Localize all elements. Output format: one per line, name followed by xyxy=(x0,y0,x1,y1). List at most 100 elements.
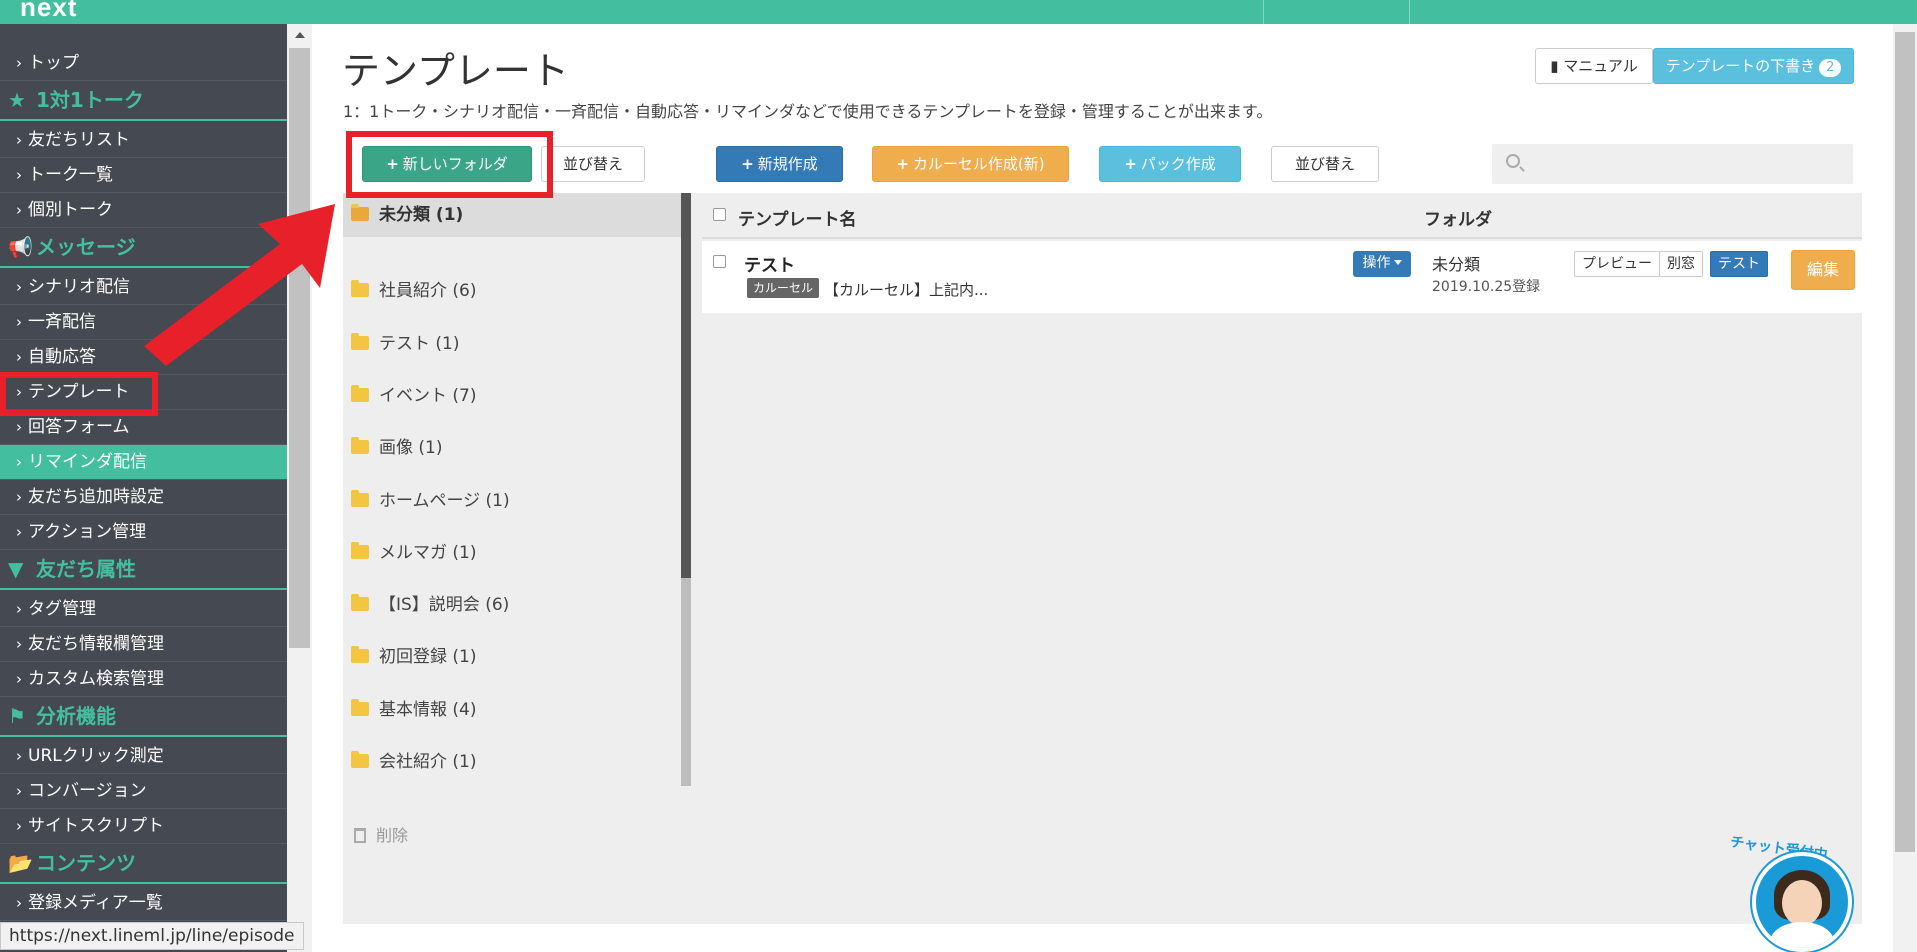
section-icon: ⚑ xyxy=(8,704,26,728)
section-icon: 📢 xyxy=(8,235,33,259)
sidebar-item[interactable]: › サイトスクリプト xyxy=(0,809,287,844)
draft-label: テンプレートの下書き xyxy=(1665,57,1816,75)
folder-item[interactable]: 【IS】説明会 (6) xyxy=(343,583,681,627)
chat-support-avatar[interactable] xyxy=(1752,852,1852,952)
chevron-right-icon: › xyxy=(16,54,22,72)
scrollbar-thumb[interactable] xyxy=(681,193,691,578)
folder-label: イベント (7) xyxy=(379,385,477,406)
test-send-button[interactable]: テスト xyxy=(1710,251,1768,277)
avatar-face xyxy=(1782,880,1822,926)
plus-icon: + xyxy=(741,155,754,173)
page-title: テンプレート xyxy=(342,49,569,93)
folder-item[interactable]: テスト (1) xyxy=(343,322,681,366)
folder-label: 基本情報 (4) xyxy=(379,699,477,720)
sidebar-item[interactable]: › コンバージョン xyxy=(0,774,287,809)
new-template-button[interactable]: + 新規作成 xyxy=(716,146,843,182)
sidebar-section-label: 1対1トーク xyxy=(36,88,144,112)
sidebar-item[interactable]: › 友だちリスト xyxy=(0,123,287,158)
template-sort-button[interactable]: 並び替え xyxy=(1271,146,1379,182)
topbar-divider xyxy=(1409,0,1410,24)
folder-item[interactable]: 基本情報 (4) xyxy=(343,688,681,732)
row-checkbox[interactable] xyxy=(713,255,726,268)
manual-button[interactable]: ▮ マニュアル xyxy=(1535,48,1653,84)
page-description: 1：1トーク・シナリオ配信・一斉配信・自動応答・リマインダなどで使用できるテンプ… xyxy=(343,102,1273,121)
chevron-right-icon: › xyxy=(16,523,22,541)
sidebar-item-label: 自動応答 xyxy=(28,347,96,367)
preview-button[interactable]: プレビュー xyxy=(1574,251,1660,277)
chevron-right-icon: › xyxy=(16,782,22,800)
page-scrollbar[interactable] xyxy=(1893,24,1917,952)
chevron-right-icon: › xyxy=(16,453,22,471)
sidebar-item-label: URLクリック測定 xyxy=(28,746,164,766)
row-folder-name: 未分類 xyxy=(1432,255,1481,274)
new-window-button[interactable]: 別窓 xyxy=(1659,251,1703,277)
app-logo[interactable]: next xyxy=(20,0,77,23)
scrollbar-thumb[interactable] xyxy=(1895,32,1915,852)
sidebar-section-heading: 📂 コンテンツ xyxy=(0,842,287,884)
chevron-right-icon: › xyxy=(16,166,22,184)
sidebar-item-label: トーク一覧 xyxy=(28,165,113,185)
search-input[interactable] xyxy=(1492,144,1853,184)
chevron-right-icon: › xyxy=(16,817,22,835)
sidebar-item[interactable]: › カスタム検索管理 xyxy=(0,662,287,697)
topbar-divider xyxy=(1263,0,1264,24)
scroll-up-arrow-icon[interactable] xyxy=(295,32,305,38)
folder-item[interactable]: 社員紹介 (6) xyxy=(343,269,681,313)
sidebar-item-label: トップ xyxy=(28,53,79,73)
delete-label: 削除 xyxy=(376,826,409,845)
operation-dropdown-button[interactable]: 操作 xyxy=(1353,251,1411,277)
sidebar-item[interactable]: › トップ xyxy=(0,46,287,81)
sidebar-scrollbar[interactable] xyxy=(287,24,312,952)
folder-icon xyxy=(351,437,369,455)
delete-folder-button[interactable]: 削除 xyxy=(354,822,408,846)
folder-item[interactable]: 初回登録 (1) xyxy=(343,635,681,679)
template-draft-button[interactable]: テンプレートの下書き 2 xyxy=(1653,48,1854,84)
status-bar-url: https://next.lineml.jp/line/episode xyxy=(0,922,304,950)
new-template-label: 新規作成 xyxy=(757,155,818,173)
template-name[interactable]: テスト xyxy=(744,251,795,276)
folder-item[interactable]: イベント (7) xyxy=(343,374,681,418)
new-window-label: 別窓 xyxy=(1667,256,1695,272)
template-preview-text: 【カルーセル】上記内... xyxy=(824,281,989,299)
avatar-body xyxy=(1770,922,1834,948)
row-registered-date: 2019.10.25登録 xyxy=(1432,279,1541,295)
sidebar-item-label: タグ管理 xyxy=(28,599,96,619)
sidebar-item[interactable]: › リマインダ配信 xyxy=(0,445,287,480)
select-all-checkbox[interactable] xyxy=(713,208,726,221)
sidebar-item[interactable]: › トーク一覧 xyxy=(0,158,287,193)
carousel-create-button[interactable]: + カルーセル作成(新) xyxy=(872,146,1069,182)
folder-item[interactable]: 未分類 (1) xyxy=(343,193,681,237)
folder-icon xyxy=(351,280,369,298)
sidebar-item[interactable]: › 友だち情報欄管理 xyxy=(0,627,287,662)
chevron-right-icon: › xyxy=(16,348,22,366)
sidebar-item-label: 回答フォーム xyxy=(28,417,130,437)
edit-button[interactable]: 編集 xyxy=(1791,250,1855,290)
sidebar: › トップ ★ 1対1トーク › 友だちリスト › トーク一覧 › 個別トーク 📢 メッセージ › シナリ… xyxy=(0,24,287,952)
sidebar-item[interactable]: › タグ管理 xyxy=(0,592,287,627)
folder-sort-button[interactable]: 並び替え xyxy=(541,146,645,182)
folder-item[interactable]: メルマガ (1) xyxy=(343,531,681,575)
pack-create-button[interactable]: + パック作成 xyxy=(1099,146,1241,182)
folder-label: 会社紹介 (1) xyxy=(379,752,477,772)
sidebar-item-label: 友だち追加時設定 xyxy=(28,487,164,507)
sidebar-item[interactable]: › 友だち追加時設定 xyxy=(0,480,287,515)
folder-icon xyxy=(351,332,369,350)
sidebar-item-label: リマインダ配信 xyxy=(28,452,147,472)
folder-icon xyxy=(351,384,369,402)
sidebar-section-heading: ⚑ 分析機能 xyxy=(0,695,287,737)
section-icon: ★ xyxy=(8,88,26,112)
folder-icon xyxy=(351,751,369,768)
sidebar-item[interactable]: › アクション管理 xyxy=(0,515,287,550)
sidebar-item[interactable]: › 登録メディア一覧 xyxy=(0,886,287,921)
folder-item[interactable]: 会社紹介 (1) xyxy=(343,740,681,784)
sidebar-item-label: 友だち情報欄管理 xyxy=(28,634,164,654)
manual-label: マニュアル xyxy=(1563,57,1638,75)
folder-item[interactable]: 画像 (1) xyxy=(343,426,681,470)
sidebar-section-label: 分析機能 xyxy=(36,704,116,728)
folder-list-scrollbar[interactable] xyxy=(681,193,691,786)
folder-open-icon xyxy=(351,204,369,221)
sidebar-item[interactable]: › URLクリック測定 xyxy=(0,739,287,774)
folder-item[interactable]: ホームページ (1) xyxy=(343,479,681,523)
sidebar-item-label: シナリオ配信 xyxy=(28,277,130,297)
table-header: テンプレート名 フォルダ xyxy=(702,193,1862,239)
